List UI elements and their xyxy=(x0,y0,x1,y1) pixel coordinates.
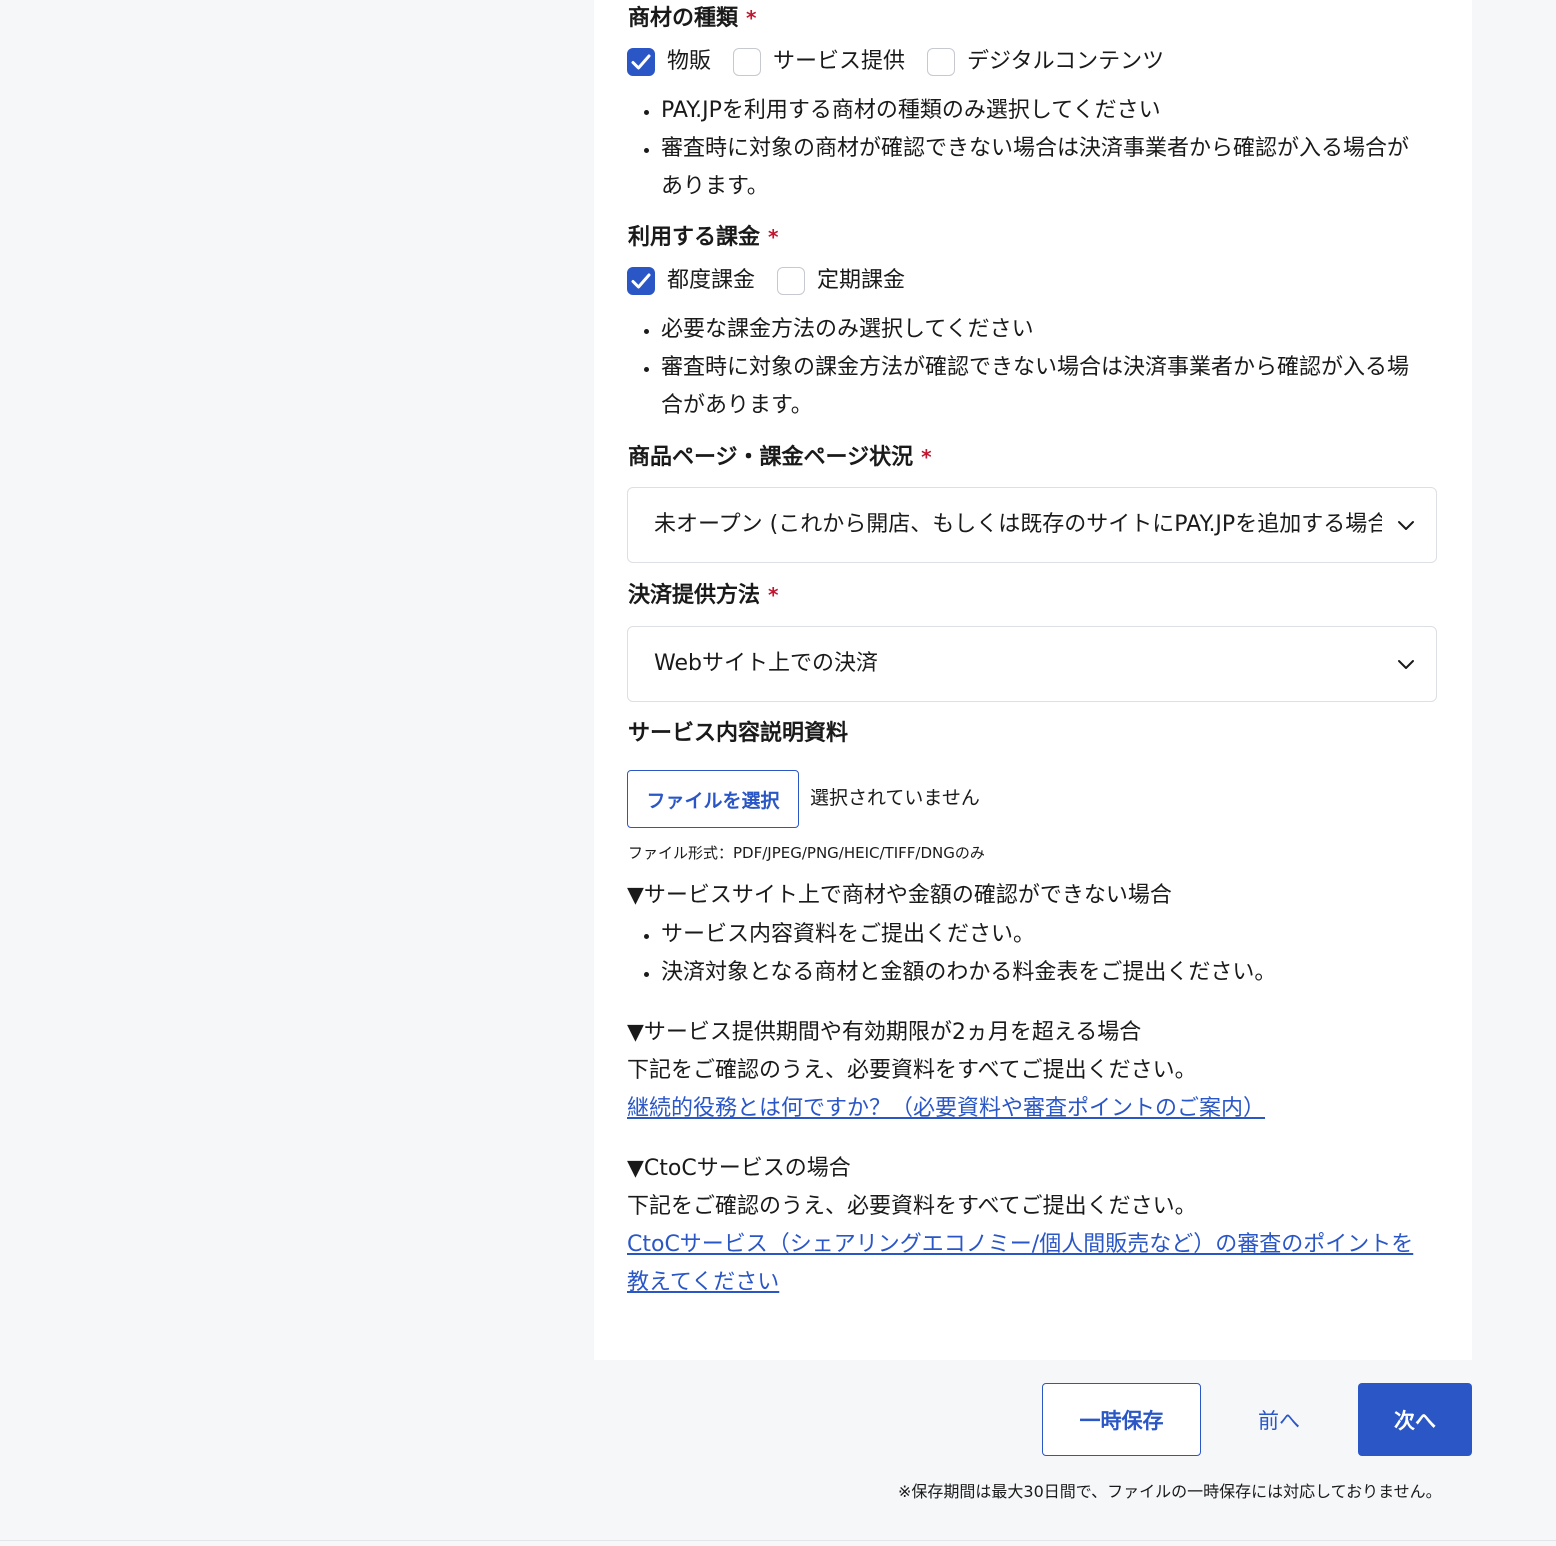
checkbox-service-label[interactable]: サービス提供 xyxy=(773,47,905,77)
info-section3-title: ▼CtoCサービスの場合 xyxy=(627,1156,851,1181)
info-section2-text: 下記をご確認のうえ、必要資料をすべてご提出ください。 xyxy=(627,1058,1197,1083)
required-mark: * xyxy=(921,445,932,469)
list-item: 決済対象となる商材と金額のわかる料金表をご提出ください。 xyxy=(661,954,1429,992)
checkbox-service[interactable] xyxy=(733,48,762,76)
checkbox-recurring-billing-label[interactable]: 定期課金 xyxy=(817,266,905,296)
prev-button[interactable]: 前へ xyxy=(1229,1383,1329,1456)
list-item: 審査時に対象の課金方法が確認できない場合は決済事業者から確認が入る場合があります… xyxy=(661,349,1429,425)
checkbox-physical-goods[interactable] xyxy=(627,48,655,76)
checkbox-digital-content-label[interactable]: デジタルコンテンツ xyxy=(967,47,1164,77)
required-mark: * xyxy=(768,583,779,607)
required-mark: * xyxy=(768,225,779,249)
checkbox-physical-goods-label[interactable]: 物販 xyxy=(667,47,711,77)
page-status-label-text: 商品ページ・課金ページ状況 xyxy=(628,445,914,470)
payment-method-label: 決済提供方法 * xyxy=(628,580,778,611)
chevron-down-icon xyxy=(1398,660,1414,669)
checkbox-one-time-billing[interactable] xyxy=(627,267,655,295)
required-mark: * xyxy=(746,6,757,30)
checkbox-recurring-billing[interactable] xyxy=(777,267,806,295)
checkbox-digital-content[interactable] xyxy=(927,48,956,76)
save-footnote: ※保存期間は最大30日間で、ファイルの一時保存には対応しておりません。 xyxy=(898,1482,1442,1501)
check-icon xyxy=(631,273,651,289)
merchandise-type-label-text: 商材の種類 xyxy=(628,6,739,31)
info-section3-text: 下記をご確認のうえ、必要資料をすべてご提出ください。 xyxy=(627,1194,1197,1219)
merchandise-type-notes: PAY.JPを利用する商材の種類のみ選択してください 審査時に対象の商材が確認で… xyxy=(627,92,1429,206)
billing-type-options: 都度課金 定期課金 xyxy=(627,265,927,297)
page-status-select[interactable]: 未オープン (これから開店、もしくは既存のサイトにPAY.JPを追加する場合) xyxy=(627,487,1437,563)
save-temp-button[interactable]: 一時保存 xyxy=(1042,1383,1201,1456)
info-section1-title: ▼サービスサイト上で商材や金額の確認ができない場合 xyxy=(627,883,1172,908)
merchandise-type-options: 物販 サービス提供 デジタルコンテンツ xyxy=(627,46,1186,78)
file-status: 選択されていません xyxy=(810,787,980,809)
payment-method-select[interactable]: Webサイト上での決済 xyxy=(627,626,1437,702)
next-button[interactable]: 次へ xyxy=(1358,1383,1472,1456)
billing-type-label-text: 利用する課金 xyxy=(628,225,761,250)
continuous-service-help-link[interactable]: 継続的役務とは何ですか？（必要資料や審査ポイントのご案内） xyxy=(627,1090,1265,1128)
chevron-down-icon xyxy=(1398,521,1414,530)
list-item: 必要な課金方法のみ選択してください xyxy=(661,311,1429,349)
bottom-divider xyxy=(0,1540,1556,1541)
checkbox-one-time-billing-label[interactable]: 都度課金 xyxy=(667,266,755,296)
list-item: サービス内容資料をご提出ください。 xyxy=(661,916,1429,954)
info-section1-list: サービス内容資料をご提出ください。 決済対象となる商材と金額のわかる料金表をご提… xyxy=(627,916,1429,992)
merchandise-type-label: 商材の種類 * xyxy=(628,3,756,34)
page-status-label: 商品ページ・課金ページ状況 * xyxy=(628,442,932,473)
info-section2-title: ▼サービス提供期間や有効期限が2ヵ月を超える場合 xyxy=(627,1020,1142,1045)
billing-type-notes: 必要な課金方法のみ選択してください 審査時に対象の課金方法が確認できない場合は決… xyxy=(627,311,1429,425)
ctoc-review-help-link[interactable]: CtoCサービス（シェアリングエコノミー/個人間販売など）の審査のポイントを教え… xyxy=(627,1226,1427,1302)
choose-file-button[interactable]: ファイルを選択 xyxy=(627,770,799,828)
service-doc-label: サービス内容説明資料 xyxy=(628,721,849,746)
list-item: 審査時に対象の商材が確認できない場合は決済事業者から確認が入る場合があります。 xyxy=(661,130,1429,206)
payment-method-label-text: 決済提供方法 xyxy=(628,583,761,608)
billing-type-label: 利用する課金 * xyxy=(628,222,778,253)
payment-method-selected-value: Webサイト上での決済 xyxy=(654,651,878,676)
list-item: PAY.JPを利用する商材の種類のみ選択してください xyxy=(661,92,1429,130)
check-icon xyxy=(631,54,651,70)
page-status-selected-value: 未オープン (これから開店、もしくは既存のサイトにPAY.JPを追加する場合) xyxy=(654,512,1382,537)
file-format-hint: ファイル形式：PDF/JPEG/PNG/HEIC/TIFF/DNGのみ xyxy=(628,844,985,862)
